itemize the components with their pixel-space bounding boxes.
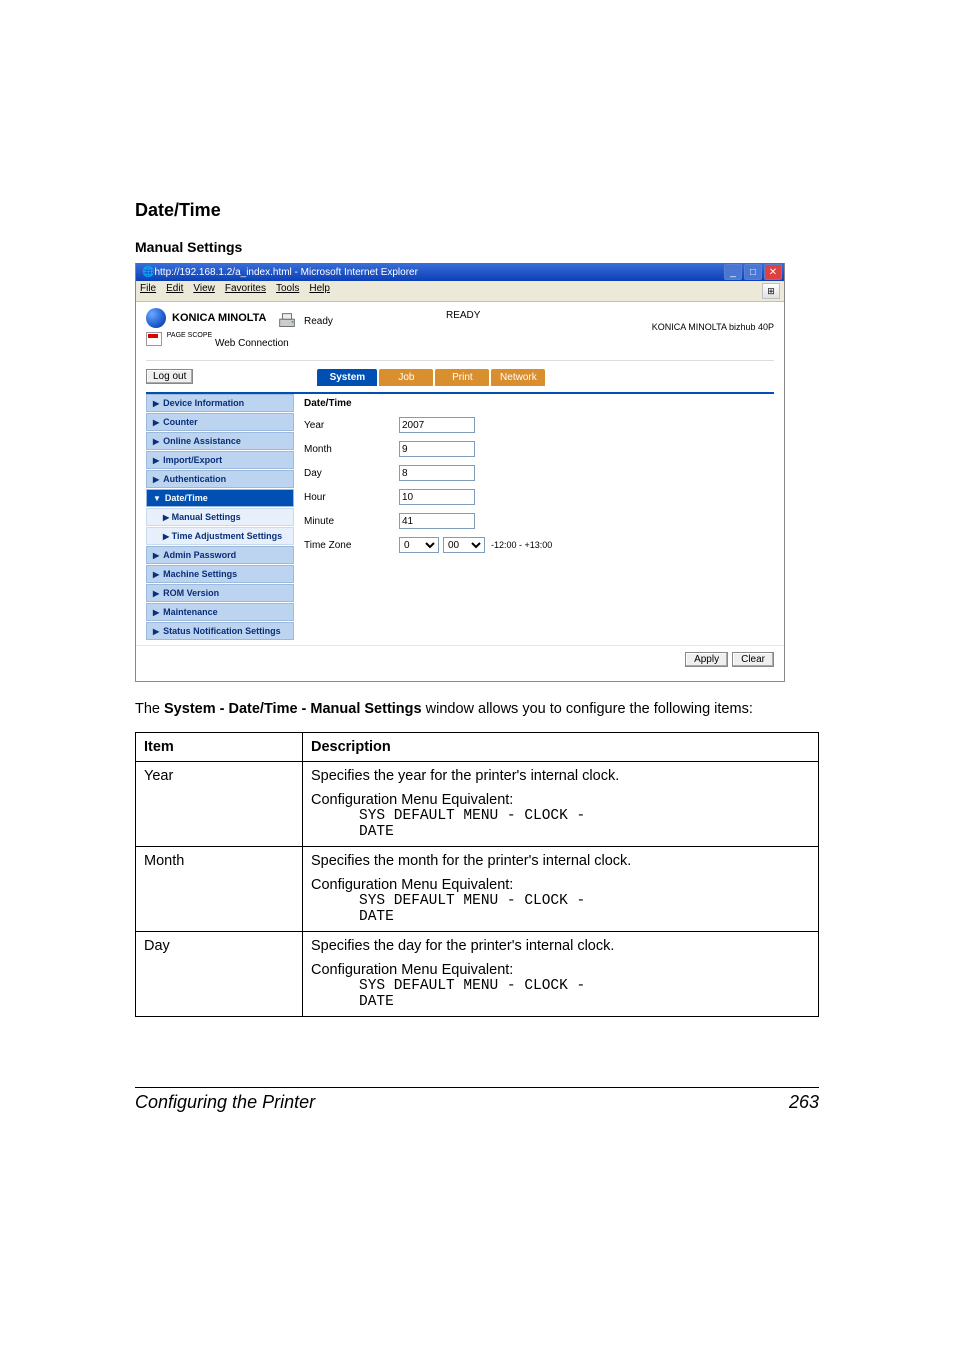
cell-desc: Specifies the day for the printer's inte…: [303, 931, 819, 1016]
menu-favorites[interactable]: Favorites: [225, 283, 266, 299]
window-title: http://192.168.1.2/a_index.html - Micros…: [154, 267, 722, 278]
sidebar-item-import-export[interactable]: ▶Import/Export: [146, 451, 294, 469]
sidebar-subitem-time-adjustment[interactable]: ▶ Time Adjustment Settings: [146, 527, 294, 545]
page-number: 263: [789, 1092, 819, 1113]
timezone-hour-select[interactable]: 0: [399, 537, 439, 553]
sidebar-item-date-time[interactable]: ▼Date/Time: [146, 489, 294, 507]
section-heading: Date/Time: [135, 200, 819, 221]
sidebar-item-online-assistance[interactable]: ▶Online Assistance: [146, 432, 294, 450]
sidebar-item-maintenance[interactable]: ▶Maintenance: [146, 603, 294, 621]
table-row: Year Specifies the year for the printer'…: [136, 761, 819, 846]
main-panel: Date/Time Year Month Day Hour: [294, 394, 774, 641]
ie-icon: 🌐: [142, 267, 154, 278]
minute-label: Minute: [304, 516, 399, 527]
konica-minolta-logo-icon: [146, 308, 166, 328]
timezone-range: -12:00 - +13:00: [491, 540, 552, 550]
menu-help[interactable]: Help: [309, 283, 330, 299]
sidebar-item-machine-settings[interactable]: ▶Machine Settings: [146, 565, 294, 583]
sidebar-item-admin-password[interactable]: ▶Admin Password: [146, 546, 294, 564]
year-label: Year: [304, 420, 399, 431]
tab-system[interactable]: System: [317, 369, 377, 386]
tab-print[interactable]: Print: [435, 369, 489, 386]
col-description: Description: [303, 732, 819, 761]
sidebar-item-status-notification[interactable]: ▶Status Notification Settings: [146, 622, 294, 640]
menu-edit[interactable]: Edit: [166, 283, 183, 299]
month-input[interactable]: [399, 441, 475, 457]
pagescope-prefix: PAGE SCOPE: [167, 332, 212, 339]
sidebar-subitem-manual-settings[interactable]: ▶ Manual Settings: [146, 508, 294, 526]
table-row: Month Specifies the month for the printe…: [136, 846, 819, 931]
maximize-icon[interactable]: □: [744, 264, 762, 280]
windows-flag-icon[interactable]: ⊞: [762, 283, 780, 299]
device-name: KONICA MINOLTA bizhub 40P: [652, 322, 774, 332]
printer-status-text: Ready: [304, 316, 333, 327]
brand-name: KONICA MINOLTA: [172, 312, 267, 324]
tab-job[interactable]: Job: [379, 369, 433, 386]
timezone-min-select[interactable]: 00: [443, 537, 485, 553]
cell-desc: Specifies the month for the printer's in…: [303, 846, 819, 931]
settings-table: Item Description Year Specifies the year…: [135, 732, 819, 1017]
month-label: Month: [304, 444, 399, 455]
col-item: Item: [136, 732, 303, 761]
menu-tools[interactable]: Tools: [276, 283, 299, 299]
embedded-screenshot: 🌐 http://192.168.1.2/a_index.html - Micr…: [135, 263, 785, 682]
window-titlebar: 🌐 http://192.168.1.2/a_index.html - Micr…: [136, 263, 784, 281]
day-input[interactable]: [399, 465, 475, 481]
logout-button[interactable]: Log out: [146, 369, 193, 384]
timezone-label: Time Zone: [304, 540, 399, 551]
sidebar-item-rom-version[interactable]: ▶ROM Version: [146, 584, 294, 602]
year-input[interactable]: [399, 417, 475, 433]
pagescope-label: Web Connection: [215, 338, 289, 349]
pagescope-icon: [146, 332, 162, 346]
subsection-heading: Manual Settings: [135, 239, 819, 255]
day-label: Day: [304, 468, 399, 479]
footer-title: Configuring the Printer: [135, 1092, 315, 1113]
close-icon[interactable]: ✕: [764, 264, 782, 280]
sidebar: ▶Device Information ▶Counter ▶Online Ass…: [146, 394, 294, 641]
cell-item: Month: [136, 846, 303, 931]
cell-item: Day: [136, 931, 303, 1016]
printer-status-icon: [276, 310, 298, 332]
tab-network[interactable]: Network: [491, 369, 545, 386]
sidebar-item-device-information[interactable]: ▶Device Information: [146, 394, 294, 412]
cell-item: Year: [136, 761, 303, 846]
sidebar-item-counter[interactable]: ▶Counter: [146, 413, 294, 431]
sidebar-item-authentication[interactable]: ▶Authentication: [146, 470, 294, 488]
menubar: File Edit View Favorites Tools Help ⊞: [136, 281, 784, 302]
table-row: Day Specifies the day for the printer's …: [136, 931, 819, 1016]
menu-view[interactable]: View: [193, 283, 215, 299]
clear-button[interactable]: Clear: [732, 652, 774, 667]
ready-label: READY: [446, 310, 480, 321]
page-footer: Configuring the Printer 263: [135, 1087, 819, 1113]
panel-title: Date/Time: [304, 398, 764, 409]
intro-paragraph: The System - Date/Time - Manual Settings…: [135, 700, 819, 720]
minute-input[interactable]: [399, 513, 475, 529]
apply-button[interactable]: Apply: [685, 652, 728, 667]
hour-input[interactable]: [399, 489, 475, 505]
minimize-icon[interactable]: _: [724, 264, 742, 280]
hour-label: Hour: [304, 492, 399, 503]
cell-desc: Specifies the year for the printer's int…: [303, 761, 819, 846]
menu-file[interactable]: File: [140, 283, 156, 299]
